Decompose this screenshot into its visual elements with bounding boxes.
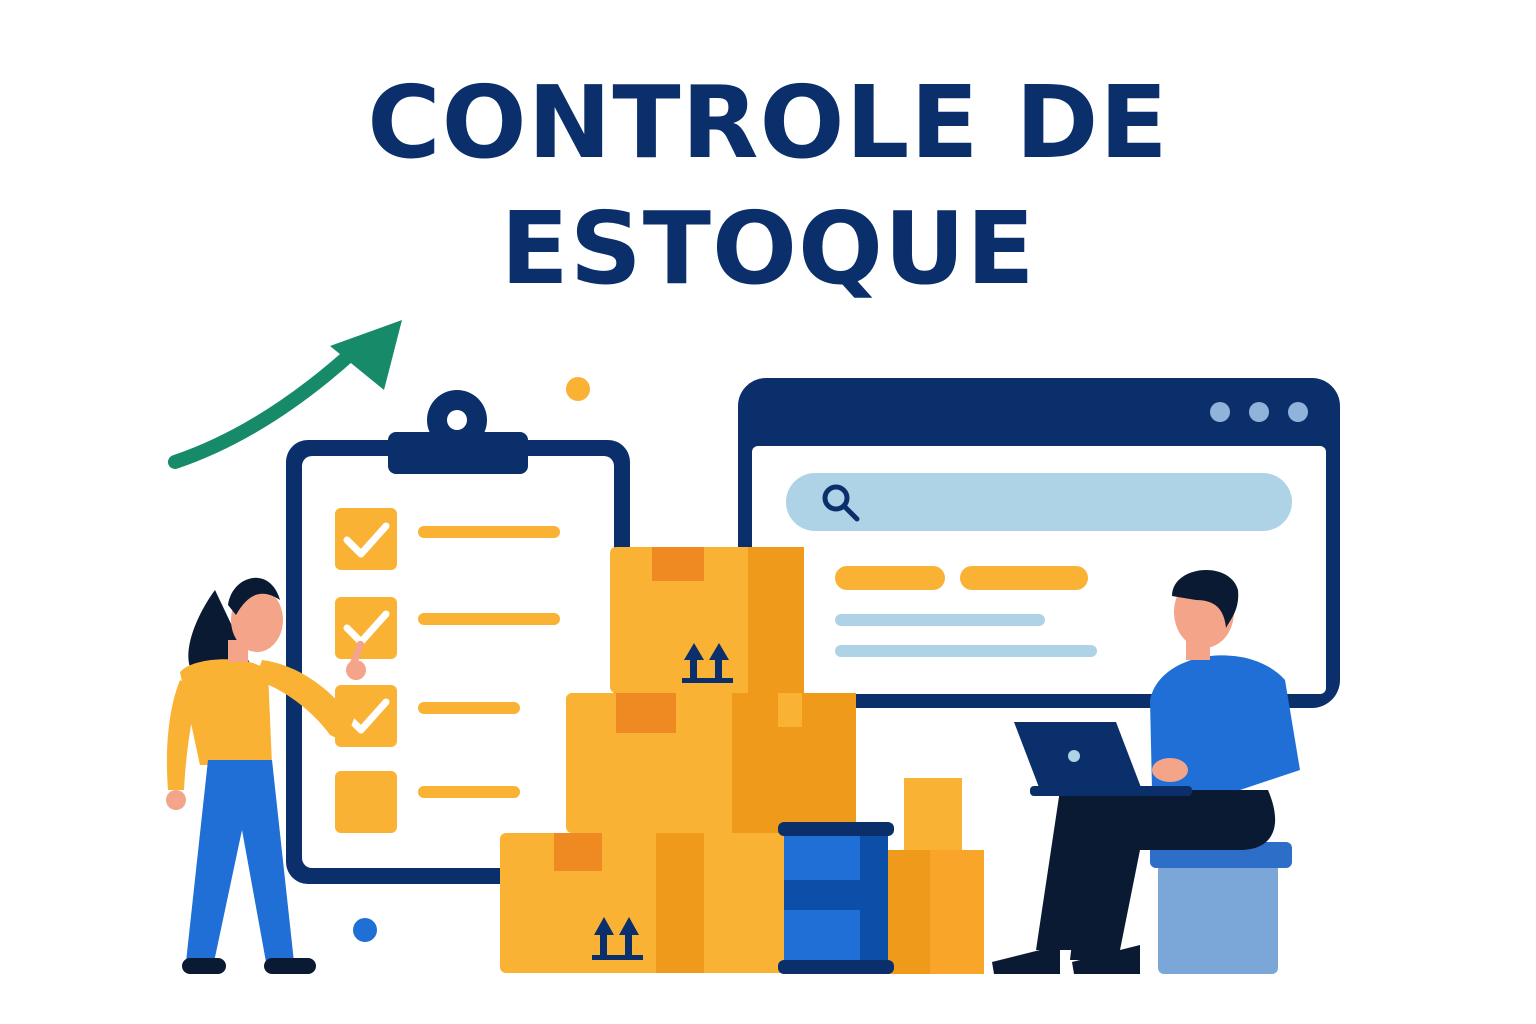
decor-dot-orange [566,377,590,401]
barrel [778,822,894,974]
illustration [166,320,1340,974]
search-bar [786,473,1292,531]
window-dot [1210,402,1230,422]
stool [1158,862,1278,974]
checkbox-icon [335,771,397,833]
cardboard-box [500,833,790,973]
content-pill [960,566,1088,590]
content-line [835,645,1097,657]
decor-dot-blue [353,918,377,942]
cardboard-box [566,693,856,833]
window-dot [1249,402,1269,422]
window-dot [1288,402,1308,422]
content-pill [835,566,945,590]
cardboard-box [610,547,804,693]
content-line [835,614,1045,626]
browser-window [738,378,1340,708]
